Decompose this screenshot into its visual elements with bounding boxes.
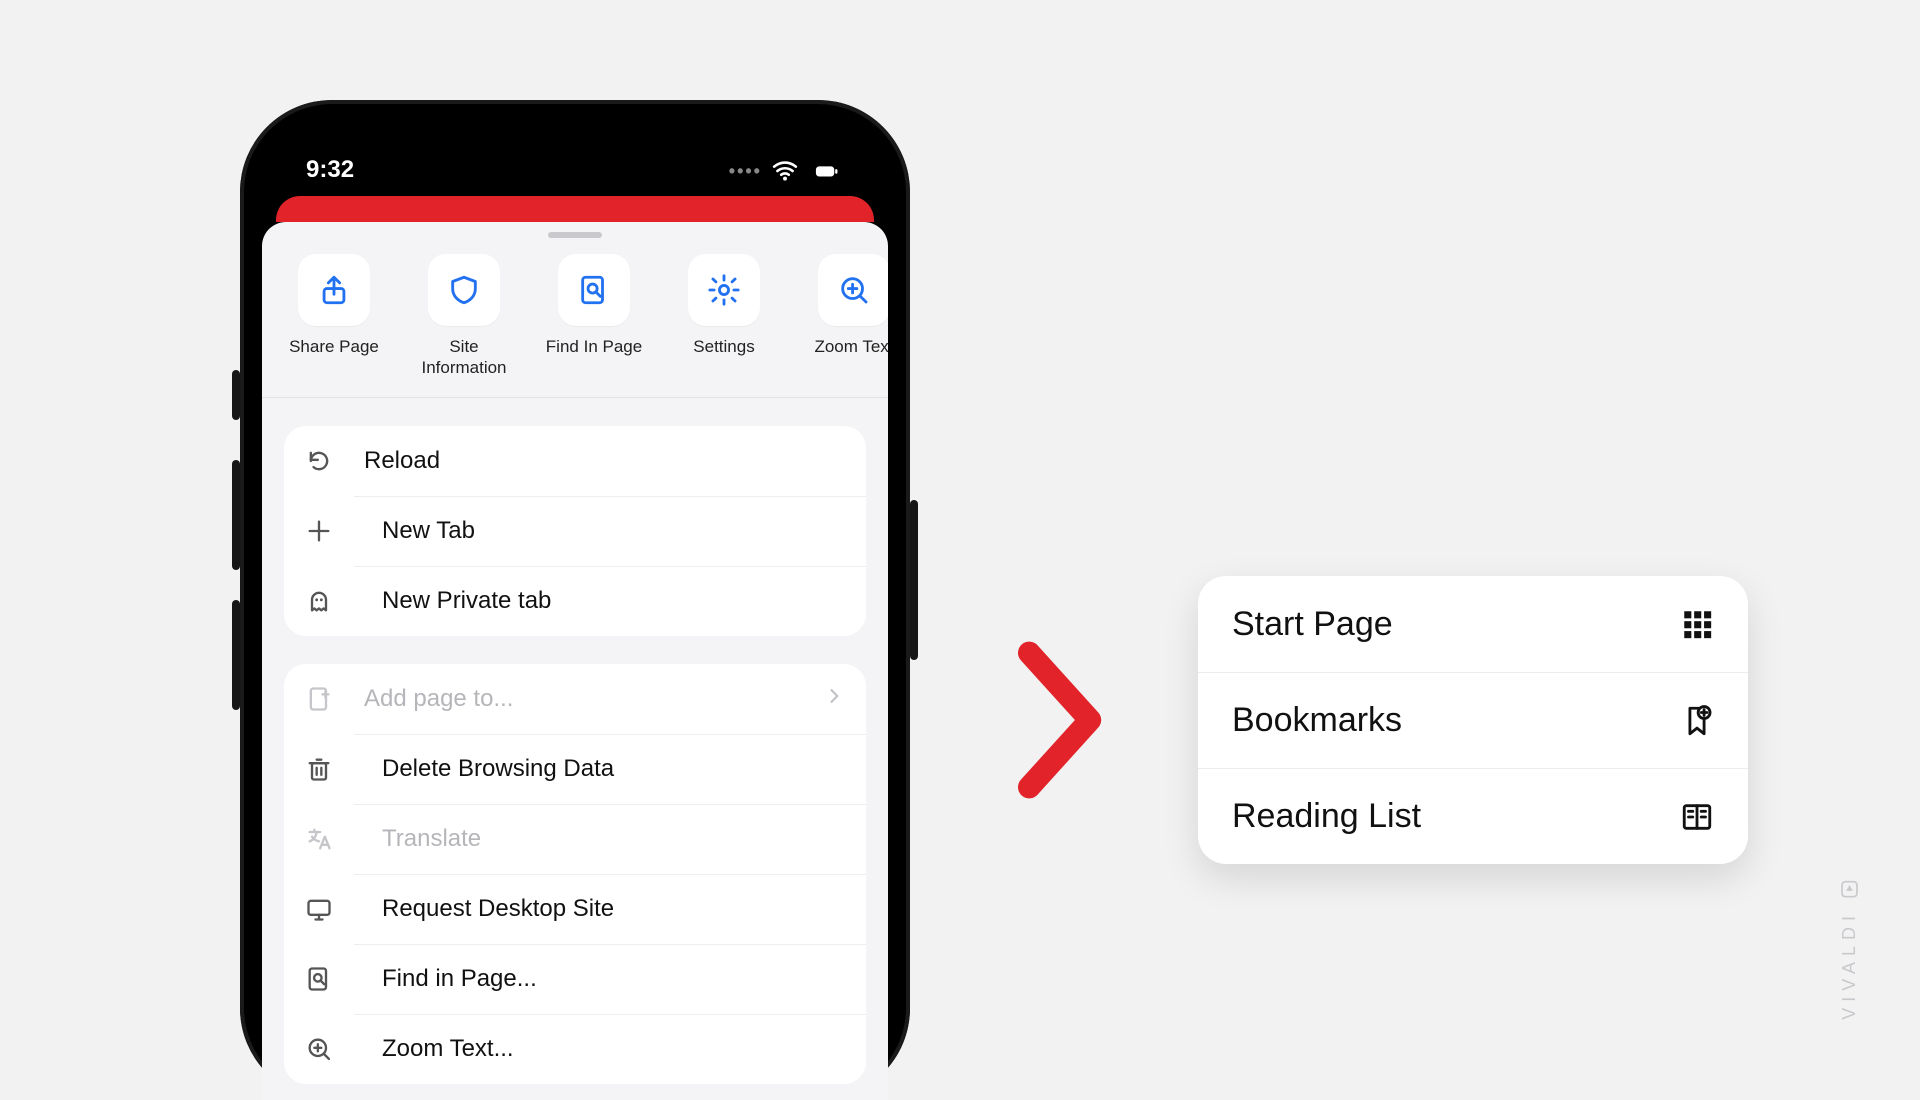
toolbar-item-zoom[interactable]: Zoom Text — [802, 254, 888, 379]
popover-item-reading-list[interactable]: Reading List — [1198, 768, 1748, 864]
trash-icon — [284, 752, 354, 786]
brand-background-bar — [276, 196, 874, 222]
share-icon — [298, 254, 370, 326]
menu-item-label: Add page to... — [364, 685, 513, 713]
ghost-icon — [284, 584, 354, 618]
battery-icon — [808, 160, 844, 182]
bookmark-add-icon — [1680, 704, 1714, 738]
menu-item-new-tab[interactable]: New Tab — [354, 496, 866, 566]
menu-item-label: Reload — [364, 447, 440, 475]
toolbar-item-gear[interactable]: Settings — [672, 254, 776, 379]
toolbar-item-share[interactable]: Share Page — [282, 254, 386, 379]
menu-item-add-page-to: Add page to... — [284, 664, 866, 734]
menu-group-2: Add page to... Delete Browsing Data Transl… — [284, 664, 866, 1084]
plus-icon — [284, 514, 354, 548]
addpage-icon — [302, 682, 336, 716]
menu-item-label: Find in Page... — [382, 965, 537, 993]
menu-item-translate: Translate — [354, 804, 866, 874]
menu-item-request-desktop-site[interactable]: Request Desktop Site — [354, 874, 866, 944]
reload-icon — [302, 444, 336, 478]
phone-frame: 9:32 •••• Share Page Site Information Find… — [240, 100, 910, 1100]
menu-item-label: New Tab — [382, 517, 475, 545]
toolbar-item-label: Zoom Text — [802, 336, 888, 357]
phone-side-button — [232, 370, 240, 420]
status-bar: 9:32 •••• — [262, 120, 888, 190]
menu-group-1: Reload New Tab New Private tab — [284, 426, 866, 636]
gear-icon — [688, 254, 760, 326]
popover-item-bookmarks[interactable]: Bookmarks — [1198, 672, 1748, 768]
menu-item-label: Zoom Text... — [382, 1035, 514, 1063]
sheet-grabber[interactable] — [548, 232, 602, 238]
popover-item-label: Reading List — [1232, 797, 1421, 836]
popover-item-label: Start Page — [1232, 605, 1393, 644]
wifi-icon — [772, 158, 798, 184]
menu-item-label: Request Desktop Site — [382, 895, 614, 923]
toolbar-row: Share Page Site Information Find In Page Se… — [262, 250, 888, 398]
phone-side-button — [910, 500, 918, 660]
desktop-icon — [284, 892, 354, 926]
menu-item-label: Translate — [382, 825, 481, 853]
status-time: 9:32 — [306, 156, 354, 184]
chevron-right-icon — [824, 685, 844, 713]
find-icon — [284, 962, 354, 996]
menu-item-zoom-text[interactable]: Zoom Text... — [354, 1014, 866, 1084]
menu-item-new-private-tab[interactable]: New Private tab — [354, 566, 866, 636]
toolbar-item-label: Find In Page — [542, 336, 646, 357]
toolbar-item-shield[interactable]: Site Information — [412, 254, 516, 379]
translate-icon — [284, 822, 354, 856]
arrow-chevron-right-icon — [1010, 640, 1106, 800]
phone-screen: 9:32 •••• Share Page Site Information Find… — [262, 120, 888, 1100]
menu-item-label: Delete Browsing Data — [382, 755, 614, 783]
phone-side-button — [232, 600, 240, 710]
menu-item-find-in-page[interactable]: Find in Page... — [354, 944, 866, 1014]
shield-icon — [428, 254, 500, 326]
cell-signal-icon: •••• — [729, 161, 762, 182]
popover-item-start-page[interactable]: Start Page — [1198, 576, 1748, 672]
zoom-icon — [284, 1032, 354, 1066]
toolbar-item-label: Settings — [672, 336, 776, 357]
vivaldi-logo-icon — [1840, 880, 1860, 901]
toolbar-item-find[interactable]: Find In Page — [542, 254, 646, 379]
vivaldi-watermark: VIVALDI — [1839, 880, 1860, 1020]
zoom-icon — [818, 254, 888, 326]
find-icon — [558, 254, 630, 326]
watermark-text: VIVALDI — [1839, 910, 1860, 1020]
menu-item-delete-browsing-data[interactable]: Delete Browsing Data — [354, 734, 866, 804]
grid-icon — [1680, 607, 1714, 641]
menu-item-reload[interactable]: Reload — [284, 426, 866, 496]
phone-side-button — [232, 460, 240, 570]
action-sheet: Share Page Site Information Find In Page Se… — [262, 222, 888, 1100]
menu-item-label: New Private tab — [382, 587, 551, 615]
toolbar-item-label: Site Information — [412, 336, 516, 379]
popover-item-label: Bookmarks — [1232, 701, 1402, 740]
toolbar-item-label: Share Page — [282, 336, 386, 357]
add-page-to-popover: Start Page Bookmarks Reading List — [1198, 576, 1748, 864]
book-open-icon — [1680, 800, 1714, 834]
